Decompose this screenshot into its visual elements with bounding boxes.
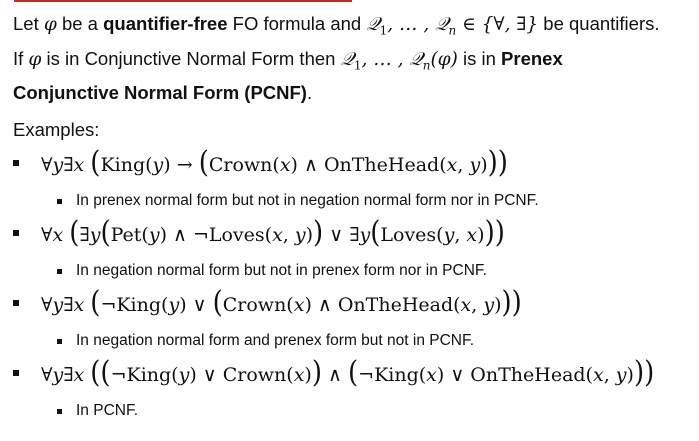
definition-paragraph: Let φ be a quantifier-free FO formula an… bbox=[13, 10, 693, 106]
intro-text: be quantifiers. bbox=[538, 13, 660, 34]
examples-heading: Examples: bbox=[13, 119, 100, 140]
quantified-formula: 𝒬1, … , 𝒬n(φ) bbox=[340, 48, 458, 73]
example-note: In PCNF. bbox=[57, 402, 138, 420]
bullet-icon bbox=[57, 198, 62, 204]
top-accent-line bbox=[14, 0, 352, 2]
bullet-icon bbox=[13, 370, 19, 376]
example-note: In negation normal form and prenex form … bbox=[57, 332, 474, 350]
intro-text: . bbox=[306, 82, 313, 104]
bullet-icon bbox=[57, 338, 62, 344]
intro-text: is in Conjunctive Normal Form then bbox=[41, 47, 341, 69]
bullet-icon bbox=[57, 408, 62, 414]
quantifier-list: 𝒬1, … , 𝒬n ∈ {∀, ∃} bbox=[366, 14, 539, 38]
intro-text: Let bbox=[13, 13, 44, 34]
example-formula: ∀y∃x ((¬King(y) ∨ Crown(x)) ∧ (¬King(x) … bbox=[13, 358, 654, 388]
phi-symbol: φ bbox=[28, 48, 42, 70]
intro-text: is in bbox=[457, 47, 502, 69]
example-note: In negation normal form but not in prene… bbox=[57, 262, 487, 280]
example-formula: ∀y∃x (¬King(y) ∨ (Crown(x) ∧ OnTheHead(x… bbox=[13, 288, 522, 318]
intro-text: FO formula and bbox=[227, 13, 367, 34]
bullet-icon bbox=[13, 230, 19, 236]
bullet-icon bbox=[13, 300, 19, 306]
bullet-icon bbox=[13, 160, 19, 166]
bullet-icon bbox=[57, 268, 62, 274]
quantifier-free-term: quantifier-free bbox=[103, 13, 228, 34]
example-formula: ∀x (∃y(Pet(y) ∧ ¬Loves(x, y)) ∨ ∃y(Loves… bbox=[13, 218, 505, 248]
intro-text: If bbox=[13, 47, 29, 69]
intro-text: be a bbox=[56, 13, 104, 34]
example-note: In prenex normal form but not in negatio… bbox=[57, 192, 539, 210]
example-formula: ∀y∃x (King(y) → (Crown(x) ∧ OnTheHead(x,… bbox=[13, 148, 508, 178]
phi-symbol: φ bbox=[43, 14, 57, 35]
